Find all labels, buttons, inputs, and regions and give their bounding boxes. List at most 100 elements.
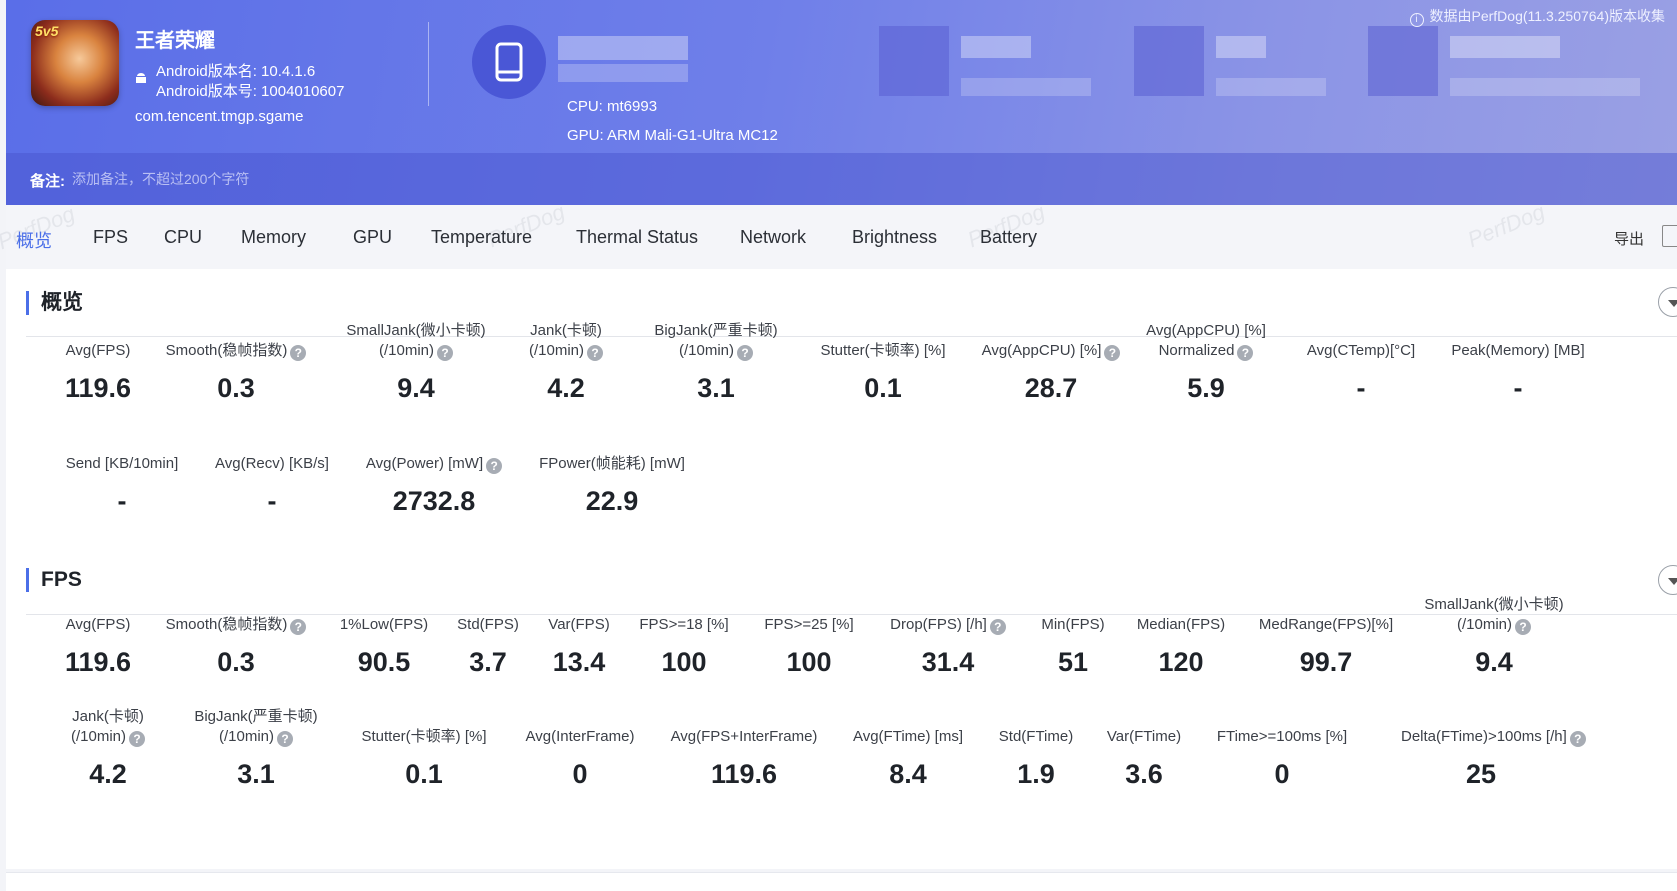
blurred-stat-icon-1 (879, 26, 949, 96)
blurred-stat-2-label (1216, 78, 1326, 96)
metric-card: Peak(Memory) [MB] - (1438, 341, 1598, 403)
metric-label-line2: (/10min)? (336, 341, 496, 361)
metric-label-text: Stutter(卡顿率) [%] (820, 342, 946, 359)
app-version-name: Android版本名: 10.4.1.6 (156, 63, 316, 80)
metric-card: Avg(AppCPU) [%] Normalized? 5.9 (1126, 321, 1286, 403)
metric-label: Jank(卡顿) (28, 707, 188, 727)
tab-temperature[interactable]: Temperature (431, 227, 532, 248)
metric-label-text: (/10min) (1456, 616, 1512, 633)
metric-value: - (117, 486, 127, 516)
app-version: Android版本名: 10.4.1.6 Android版本号: 1004010… (156, 62, 344, 102)
help-icon[interactable]: ? (1237, 345, 1254, 361)
metric-label-text: Std(FTime) (998, 728, 1074, 745)
metric-card: FTime>=100ms [%] 0 (1202, 727, 1362, 789)
metric-label-text: Drop(FPS) [/h] (890, 616, 987, 633)
metric-label-text: Avg(CTemp)[°C] (1306, 342, 1416, 359)
metric-label-text: Avg(AppCPU) [%] (981, 342, 1102, 359)
help-icon[interactable]: ? (437, 345, 453, 361)
help-icon[interactable]: ? (277, 731, 293, 747)
export-icon[interactable] (1662, 225, 1677, 247)
metric-label: Median(FPS) (1101, 615, 1261, 635)
metric-label-text: Avg(Recv) [KB/s] (215, 455, 329, 472)
metric-value: 119.6 (64, 373, 132, 403)
metric-label: SmallJank(微小卡顿) (1414, 595, 1574, 615)
notes-bar: 备注: (6, 153, 1677, 205)
tab-thermal-status[interactable]: Thermal Status (576, 227, 698, 248)
info-icon: i (1409, 13, 1424, 27)
metric-label: Avg(Recv) [KB/s] (192, 454, 352, 474)
help-icon[interactable]: ? (486, 458, 503, 474)
tab-battery[interactable]: Battery (980, 227, 1037, 248)
metric-label: Avg(FPS) (18, 615, 178, 635)
tab-fps[interactable]: FPS (93, 227, 128, 248)
metric-card: Var(FTime) 3.6 (1064, 727, 1224, 789)
metric-card: SmallJank(微小卡顿) (/10min)? 9.4 (1414, 595, 1574, 677)
metric-label: Var(FTime) (1064, 727, 1224, 747)
metric-label: Avg(AppCPU) [%] (1126, 321, 1286, 341)
metric-card: Jank(卡顿) (/10min)? 4.2 (28, 707, 188, 789)
metric-label: Smooth(稳帧指数)? (156, 615, 316, 635)
tab-cpu[interactable]: CPU (164, 227, 202, 248)
metric-card: BigJank(严重卡顿) (/10min)? 3.1 (176, 707, 336, 789)
metric-value: 99.7 (1299, 647, 1353, 677)
help-icon[interactable]: ? (1569, 731, 1586, 747)
help-icon[interactable]: ? (1104, 345, 1121, 361)
metric-value: 22.9 (585, 486, 639, 516)
section-divider (26, 336, 1677, 337)
metric-label-text: Min(FPS) (1041, 616, 1105, 633)
metric-label: Avg(FPS+InterFrame) (664, 727, 824, 747)
app-icon: 5v5 (31, 20, 119, 106)
metric-card: Send [KB/10min] - (42, 454, 202, 516)
metric-label-text: Peak(Memory) [MB] (1451, 342, 1585, 359)
metric-value: 0 (1274, 759, 1290, 789)
metric-card: BigJank(严重卡顿) (/10min)? 3.1 (636, 321, 796, 403)
metric-label-text: SmallJank(微小卡顿) (346, 322, 486, 339)
section-title-overview: 概览 (26, 291, 83, 315)
collapse-overview-button[interactable] (1658, 287, 1677, 317)
metric-card: SmallJank(微小卡顿) (/10min)? 9.4 (336, 321, 496, 403)
metric-label-line2: (/10min)? (1414, 615, 1574, 635)
metric-label-text: (/10min) (70, 728, 126, 745)
metric-label-line2: Normalized? (1126, 341, 1286, 361)
help-icon[interactable]: ? (737, 345, 753, 361)
tab-memory[interactable]: Memory (241, 227, 306, 248)
metric-label-text: Smooth(稳帧指数) (165, 342, 288, 359)
metric-label: Peak(Memory) [MB] (1438, 341, 1598, 361)
metric-value: - (1356, 373, 1366, 403)
metric-label-text: SmallJank(微小卡顿) (1424, 596, 1564, 613)
notes-input[interactable] (72, 166, 472, 192)
blurred-device-model (558, 64, 688, 82)
tab-network[interactable]: Network (740, 227, 806, 248)
metric-label: Delta(FTime)>100ms [/h]? (1401, 727, 1586, 747)
help-icon[interactable]: ? (129, 731, 145, 747)
metric-label-text: (/10min) (218, 728, 274, 745)
export-button[interactable]: 导出 (1614, 228, 1644, 249)
metric-label-text: BigJank(严重卡顿) (654, 322, 778, 339)
metric-label-text: MedRange(FPS)[%] (1258, 616, 1394, 633)
metric-label-text: Send [KB/10min] (65, 455, 179, 472)
metric-label-text: BigJank(严重卡顿) (194, 708, 318, 725)
metric-card: Smooth(稳帧指数)? 0.3 (156, 341, 316, 403)
app-version-code: Android版本号: 1004010607 (156, 83, 345, 100)
metric-label-text: (/10min) (528, 342, 584, 359)
metric-value: 3.1 (237, 759, 275, 789)
tab-overview[interactable]: 概览 (16, 227, 52, 253)
metric-label: Stutter(卡顿率) [%] (803, 341, 963, 361)
help-icon[interactable]: ? (1515, 619, 1531, 635)
metric-label-text: Avg(AppCPU) [%] (1146, 322, 1266, 339)
help-icon[interactable]: ? (290, 345, 307, 361)
metric-label: BigJank(严重卡顿) (636, 321, 796, 341)
metric-card: Smooth(稳帧指数)? 0.3 (156, 615, 316, 677)
metric-label-line2: (/10min)? (28, 727, 188, 747)
metric-value: - (267, 486, 277, 516)
metric-label-text: Jank(卡顿) (530, 322, 602, 339)
metric-value: 2732.8 (392, 486, 476, 516)
metric-card: Stutter(卡顿率) [%] 0.1 (344, 727, 504, 789)
metric-card: Avg(InterFrame) 0 (500, 727, 660, 789)
help-icon[interactable]: ? (587, 345, 603, 361)
collapse-fps-button[interactable] (1658, 565, 1677, 595)
tab-brightness[interactable]: Brightness (852, 227, 937, 248)
source-note: i 数据由PerfDog(11.3.250764)版本收集 (1409, 6, 1665, 27)
metric-label-text: (/10min) (378, 342, 434, 359)
tab-gpu[interactable]: GPU (353, 227, 392, 248)
